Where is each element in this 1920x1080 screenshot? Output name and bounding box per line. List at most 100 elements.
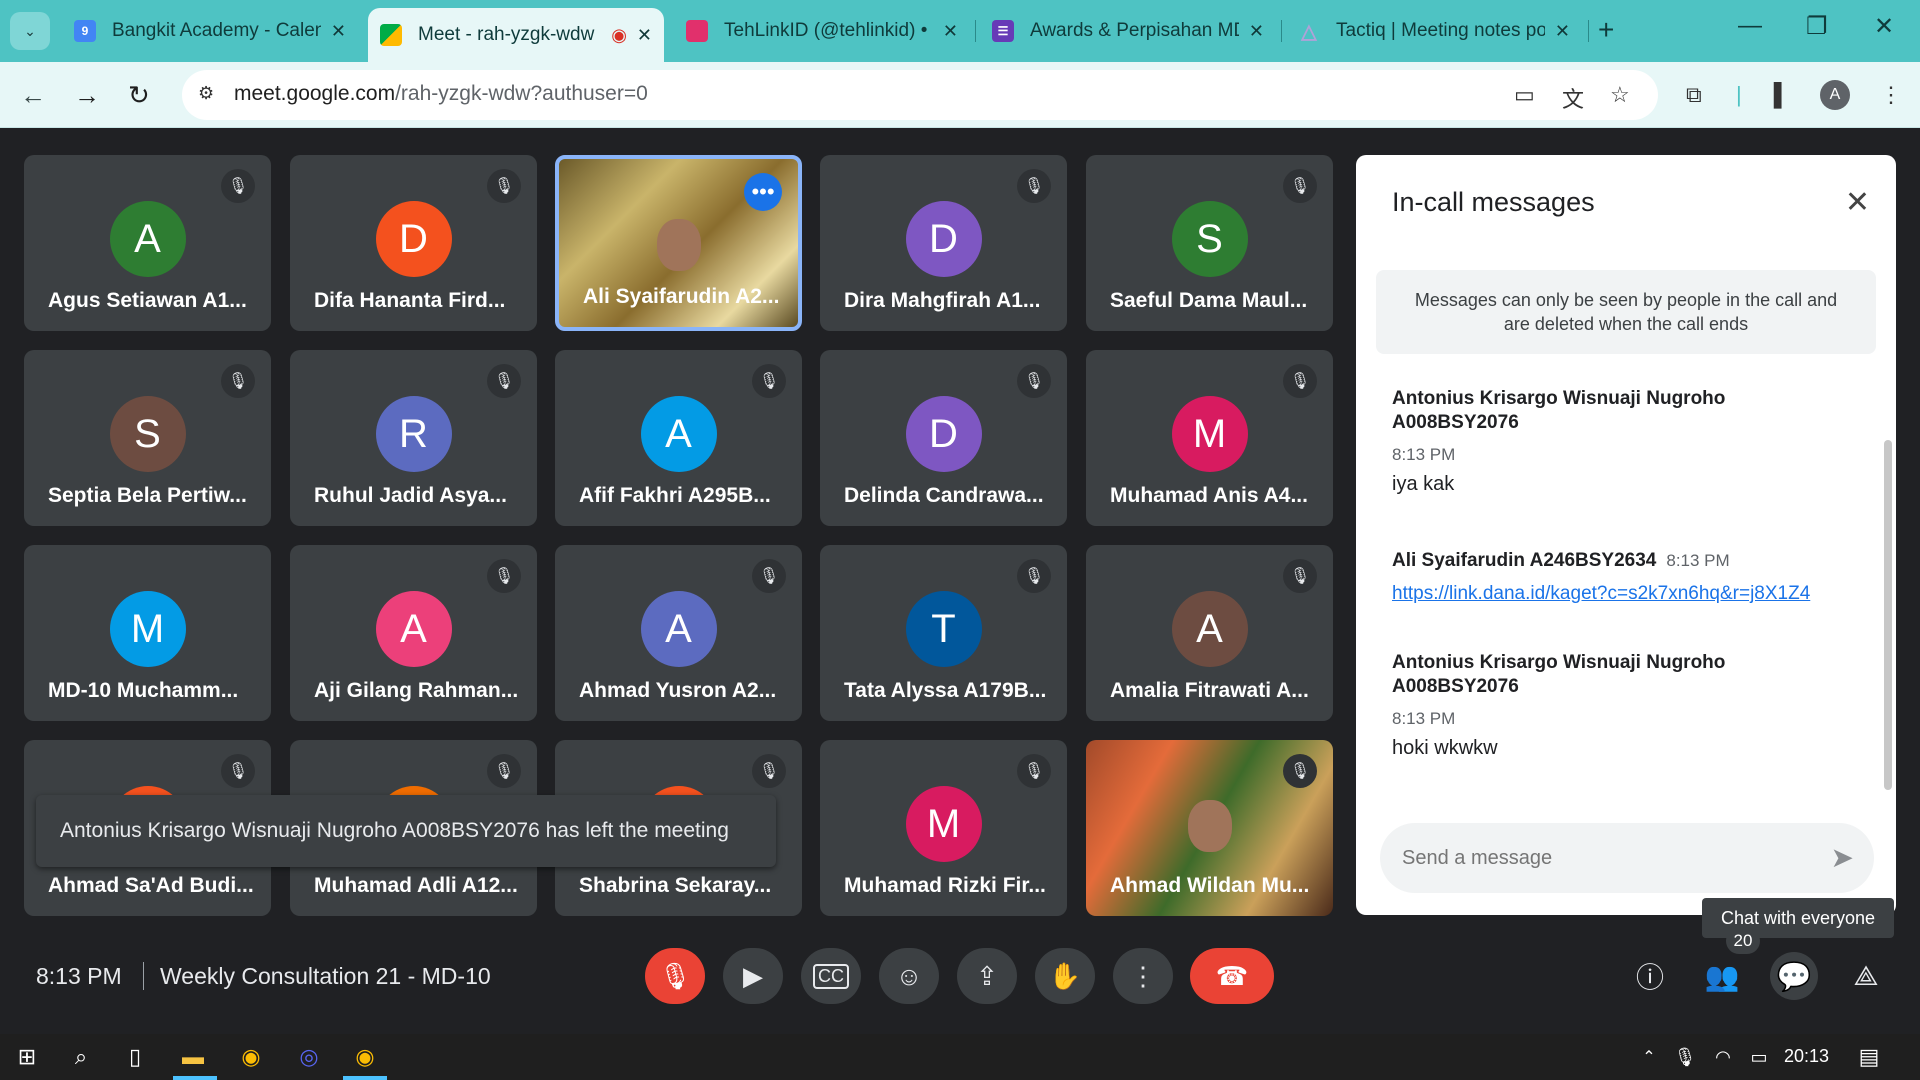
present-button[interactable]: ⇪ <box>957 948 1017 1004</box>
side-panel-icon[interactable]: ▐ <box>1766 82 1782 108</box>
participant-tile[interactable]: D 🎙 Delinda Candrawa... <box>820 350 1067 526</box>
tab-awards-form[interactable]: ☰ Awards & Perpisahan MD ✕ <box>980 8 1276 54</box>
chat-scrollbar[interactable] <box>1884 440 1892 790</box>
close-icon[interactable]: ✕ <box>1845 185 1870 220</box>
participant-tile[interactable]: T 🎙 Tata Alyssa A179B... <box>820 545 1067 721</box>
task-view-icon[interactable]: ▯ <box>120 1042 150 1072</box>
participant-tile[interactable]: D 🎙 Dira Mahgfirah A1... <box>820 155 1067 331</box>
close-icon[interactable]: ✕ <box>637 25 652 46</box>
chrome-icon[interactable]: ◉ <box>236 1042 266 1072</box>
bookmark-star-icon[interactable]: ☆ <box>1610 82 1630 108</box>
people-icon: 👥 <box>1704 960 1740 992</box>
close-icon[interactable]: ✕ <box>331 21 346 42</box>
tab-instagram[interactable]: TehLinkID (@tehlinkid) • ✕ <box>674 8 970 54</box>
translate-icon[interactable]: 文 <box>1562 82 1584 114</box>
forward-arrow-icon[interactable]: → <box>74 80 100 111</box>
participant-tile[interactable]: M 🎙 Muhamad Rizki Fir... <box>820 740 1067 916</box>
raise-hand-button[interactable]: ✋ <box>1035 948 1095 1004</box>
tab-separator <box>1588 20 1589 42</box>
participant-tile[interactable]: R 🎙 Ruhul Jadid Asya... <box>290 350 537 526</box>
reload-icon[interactable]: ↻ <box>128 80 150 111</box>
participant-name: Ahmad Sa'Ad Budi... <box>48 874 254 897</box>
participant-tile[interactable]: ••• Ali Syaifarudin A2... <box>555 155 802 331</box>
more-options-icon[interactable]: ••• <box>744 173 782 211</box>
camera-button[interactable]: ▶ <box>723 948 783 1004</box>
kebab-menu-icon[interactable]: ⋮ <box>1880 82 1902 108</box>
tab-search-button[interactable]: ⌄ <box>10 12 50 50</box>
battery-icon[interactable]: ▭ <box>1744 1042 1774 1072</box>
site-info-icon[interactable]: ⚙ <box>198 83 220 105</box>
leave-call-button[interactable]: ☎ <box>1190 948 1274 1004</box>
participant-tile[interactable]: A 🎙 Aji Gilang Rahman... <box>290 545 537 721</box>
info-icon: ⓘ <box>1635 962 1664 993</box>
video-camera-icon: ▶ <box>743 960 763 991</box>
participant-tile[interactable]: M MD-10 Muchamm... <box>24 545 271 721</box>
address-bar[interactable]: ⚙ meet.google.com/rah-yzgk-wdw?authuser=… <box>182 70 1658 120</box>
participant-avatar: S <box>1171 201 1248 277</box>
file-explorer-icon[interactable]: ▬ <box>178 1042 208 1072</box>
chevron-up-icon[interactable]: ⌃ <box>1634 1042 1664 1072</box>
extensions-icon[interactable]: ⧉ <box>1686 82 1702 108</box>
tab-title: Awards & Perpisahan MD <box>1030 20 1239 41</box>
window-close-icon[interactable]: ✕ <box>1874 12 1894 41</box>
more-options-button[interactable]: ⋮ <box>1113 948 1173 1004</box>
chat-message: Ali Syaifarudin A246BSY2634 8:13 PM https… <box>1392 549 1852 605</box>
message-link[interactable]: https://link.dana.id/kaget?c=s2k7xn6hq&r… <box>1392 583 1852 605</box>
restore-icon[interactable]: ❐ <box>1806 12 1828 41</box>
captions-button[interactable]: CC <box>801 948 861 1004</box>
new-tab-button[interactable]: + <box>1598 14 1614 46</box>
participant-tile[interactable]: A 🎙 Amalia Fitrawati A... <box>1086 545 1333 721</box>
participant-tile[interactable]: A 🎙 Agus Setiawan A1... <box>24 155 271 331</box>
tab-tactiq[interactable]: △ Tactiq | Meeting notes po ✕ <box>1286 8 1582 54</box>
participant-tile[interactable]: S 🎙 Saeful Dama Maul... <box>1086 155 1333 331</box>
participant-name: Ahmad Wildan Mu... <box>1110 874 1310 897</box>
participant-avatar: M <box>1171 396 1248 472</box>
people-button[interactable]: 👥 <box>1698 952 1746 1000</box>
camera-icon[interactable]: ▭ <box>1514 82 1535 108</box>
participant-tile[interactable]: M 🎙 Muhamad Anis A4... <box>1086 350 1333 526</box>
minimize-icon[interactable]: — <box>1738 12 1762 40</box>
participant-avatar: A <box>640 396 717 472</box>
participant-tile[interactable]: D 🎙 Difa Hananta Fird... <box>290 155 537 331</box>
participant-avatar: D <box>905 201 982 277</box>
participant-tile[interactable]: A 🎙 Afif Fakhri A295B... <box>555 350 802 526</box>
reactions-button[interactable]: ☺ <box>879 948 939 1004</box>
profile-avatar[interactable]: A <box>1820 80 1850 110</box>
participant-avatar: A <box>109 201 186 277</box>
mic-muted-icon: 🎙 <box>1283 754 1317 788</box>
participant-tile[interactable]: 🎙 Ahmad Wildan Mu... <box>1086 740 1333 916</box>
tab-meet[interactable]: Meet - rah-yzgk-wdw ◉ ✕ <box>368 8 664 62</box>
participant-name: Difa Hananta Fird... <box>314 289 506 312</box>
tab-bangkit-calendar[interactable]: 9 Bangkit Academy - Calen ✕ <box>62 8 358 54</box>
wifi-icon[interactable]: ◠ <box>1708 1042 1738 1072</box>
chrome-icon[interactable]: ◉ <box>350 1042 380 1072</box>
message-input[interactable] <box>1402 839 1802 877</box>
chat-button[interactable]: 💬 <box>1770 952 1818 1000</box>
meeting-details-button[interactable]: ⓘ <box>1626 952 1674 1000</box>
send-icon[interactable]: ➤ <box>1831 841 1854 874</box>
discord-icon[interactable]: ◎ <box>294 1042 324 1072</box>
mic-muted-icon: 🎙 <box>1017 754 1051 788</box>
activities-button[interactable]: ⟁ <box>1842 952 1890 1000</box>
participant-name: Dira Mahgfirah A1... <box>844 289 1041 312</box>
meeting-clock: 8:13 PM <box>36 963 122 989</box>
mic-muted-icon: 🎙 <box>752 559 786 593</box>
participant-count-badge: 20 <box>1726 928 1760 954</box>
participant-tile[interactable]: A 🎙 Ahmad Yusron A2... <box>555 545 802 721</box>
participant-video <box>1187 800 1232 852</box>
windows-start-icon[interactable]: ⊞ <box>12 1042 42 1072</box>
close-icon[interactable]: ✕ <box>943 21 958 42</box>
mic-off-button[interactable]: 🎙 <box>645 948 705 1004</box>
search-icon[interactable]: ⌕ <box>66 1042 96 1072</box>
participant-name: Tata Alyssa A179B... <box>844 679 1047 702</box>
participant-tile[interactable]: S 🎙 Septia Bela Pertiw... <box>24 350 271 526</box>
back-arrow-icon[interactable]: ← <box>20 80 46 111</box>
mic-muted-icon: 🎙 <box>487 754 521 788</box>
notification-icon[interactable]: ▤ <box>1854 1042 1884 1072</box>
close-icon[interactable]: ✕ <box>1555 21 1570 42</box>
emoji-icon: ☺ <box>895 960 923 991</box>
chat-info-notice: Messages can only be seen by people in t… <box>1376 270 1876 354</box>
instagram-icon <box>686 20 708 42</box>
url-path: /rah-yzgk-wdw?authuser=0 <box>395 82 648 105</box>
close-icon[interactable]: ✕ <box>1249 21 1264 42</box>
